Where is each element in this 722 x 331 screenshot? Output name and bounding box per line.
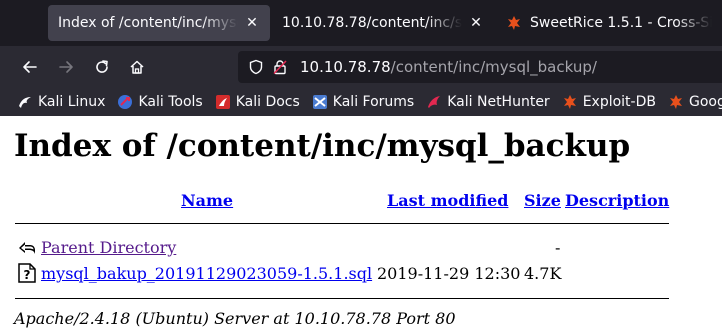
- reload-button[interactable]: [90, 55, 114, 79]
- tab-title: 10.10.78.78/content/inc/sitem: [282, 15, 462, 31]
- shield-icon[interactable]: [248, 59, 264, 75]
- bookmark-label: Kali Tools: [138, 94, 203, 110]
- tab-title: SweetRice 1.5.1 - Cross-Si: [530, 15, 712, 31]
- home-button[interactable]: [125, 55, 149, 79]
- unknown-file-icon: ?: [18, 263, 36, 283]
- bookmark-label: Kali NetHunter: [447, 94, 550, 110]
- url-host: 10.10.78.78: [300, 58, 391, 76]
- sql-backup-file-link[interactable]: mysql_bakup_20191129023059-1.5.1.sql: [41, 264, 372, 283]
- exploit-db-icon: [508, 16, 520, 30]
- column-header-description[interactable]: Description: [565, 191, 669, 210]
- bookmark-kali-forums[interactable]: Kali Forums: [312, 94, 414, 110]
- kali-forums-icon: [312, 95, 327, 109]
- row-size: -: [555, 238, 561, 257]
- reload-icon: [96, 60, 108, 73]
- parent-directory-link[interactable]: Parent Directory: [41, 238, 176, 257]
- tab-title: Index of /content/inc/mysql_b: [58, 15, 238, 31]
- kali-docs-icon: [215, 95, 230, 109]
- bookmark-label: Kali Docs: [235, 94, 300, 110]
- bookmark-kali-docs[interactable]: Kali Docs: [215, 94, 300, 110]
- close-icon[interactable]: ✕: [468, 15, 484, 31]
- kali-nethunter-icon: [428, 96, 441, 108]
- tab-sitemap[interactable]: 10.10.78.78/content/inc/sitem ✕: [272, 5, 494, 41]
- row-last-modified: 2019-11-29 12:30: [377, 264, 521, 283]
- bookmark-label: Exploit-DB: [582, 94, 656, 110]
- bookmark-label: Kali Linux: [38, 94, 106, 110]
- close-icon[interactable]: ✕: [244, 15, 260, 31]
- header-divider: [15, 223, 669, 224]
- home-icon: [130, 60, 144, 74]
- bookmarks-toolbar: Kali Linux Kali Tools Kali Docs Kali For…: [0, 88, 722, 116]
- column-header-last-modified[interactable]: Last modified: [387, 191, 508, 210]
- kali-tools-icon: [118, 95, 133, 109]
- tab-strip: Index of /content/inc/mysql_b ✕ 10.10.78…: [0, 0, 722, 46]
- bookmark-kali-tools[interactable]: Kali Tools: [117, 94, 203, 110]
- kali-dragon-icon: [19, 97, 31, 108]
- column-header-size[interactable]: Size: [524, 191, 561, 210]
- url-bar[interactable]: 10.10.78.78/content/inc/mysql_backup/: [238, 51, 722, 83]
- server-signature: Apache/2.4.18 (Ubuntu) Server at 10.10.7…: [14, 309, 456, 328]
- bookmark-label: Kali Forums: [332, 94, 415, 110]
- forward-button[interactable]: [54, 55, 78, 79]
- tab-sweetrice-exploit[interactable]: SweetRice 1.5.1 - Cross-Si: [496, 5, 722, 41]
- exploit-db-icon: [563, 95, 576, 109]
- url-path: /content/inc/mysql_backup/: [390, 58, 597, 76]
- arrow-right-icon: [59, 61, 73, 73]
- arrow-left-icon: [23, 61, 37, 73]
- page-content: Index of /content/inc/mysql_backup Name …: [0, 116, 722, 331]
- column-header-name[interactable]: Name: [181, 191, 233, 210]
- bookmark-ghdb[interactable]: Google Hacking DB: [668, 94, 722, 110]
- svg-text:?: ?: [24, 268, 31, 282]
- bookmark-label: Google Hacking DB: [688, 94, 722, 110]
- tab-index-mysql-backup[interactable]: Index of /content/inc/mysql_b ✕: [48, 5, 270, 41]
- bookmark-kali-nethunter[interactable]: Kali NetHunter: [426, 94, 550, 110]
- bookmark-exploit-db[interactable]: Exploit-DB: [562, 94, 656, 110]
- navigation-toolbar: 10.10.78.78/content/inc/mysql_backup/: [0, 46, 722, 88]
- page-title: Index of /content/inc/mysql_backup: [14, 128, 631, 164]
- insecure-lock-icon[interactable]: [272, 59, 288, 75]
- bookmark-kali-linux[interactable]: Kali Linux: [17, 94, 105, 110]
- back-arrow-icon: [19, 242, 35, 254]
- ghdb-icon: [669, 95, 682, 109]
- footer-divider: [15, 298, 669, 299]
- row-size: 4.7K: [524, 264, 562, 283]
- back-button[interactable]: [18, 55, 42, 79]
